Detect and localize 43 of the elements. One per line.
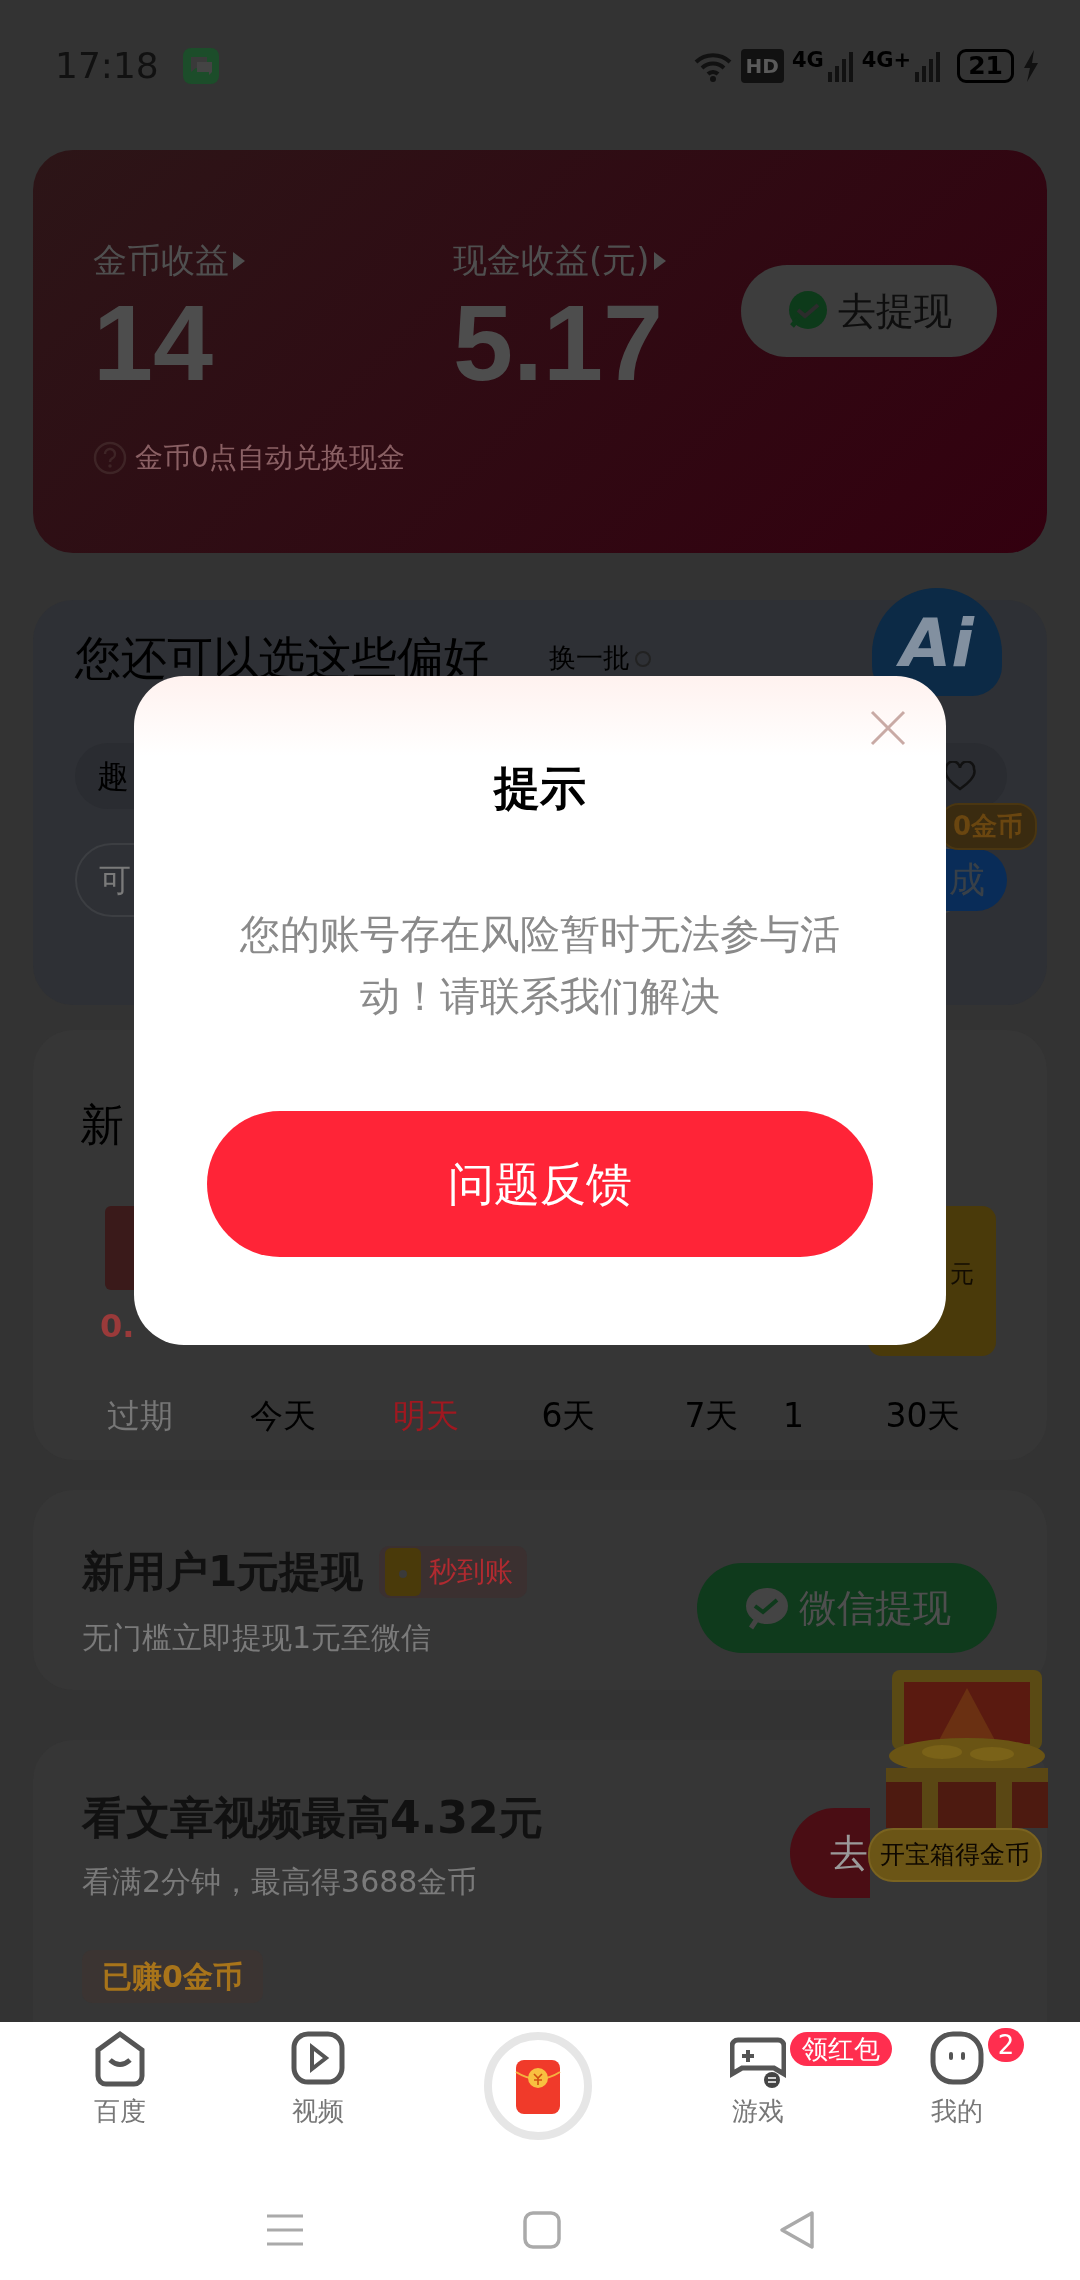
back-icon[interactable] xyxy=(779,2210,815,2250)
face-icon xyxy=(929,2030,985,2088)
day-label: 明天 xyxy=(391,1395,460,1437)
earnings-value: 14 xyxy=(93,286,215,400)
chest-label[interactable]: 开宝箱得金币 xyxy=(868,1828,1042,1882)
heart-icon xyxy=(943,761,977,791)
close-icon[interactable] xyxy=(870,710,906,746)
ai-badge: Ai xyxy=(872,588,1002,696)
task-subtitle: 无门槛立即提现1元至微信 xyxy=(82,1619,433,1657)
play-arrow-icon xyxy=(233,251,245,270)
notification-badge: 领红包 xyxy=(790,2032,892,2066)
dialog-title: 提示 xyxy=(492,760,587,817)
chat-app-icon xyxy=(182,48,219,84)
nav-tab[interactable]: 百度 xyxy=(91,2030,149,2131)
signal-icon xyxy=(827,50,854,82)
signal-icon xyxy=(915,50,942,82)
menu-icon[interactable] xyxy=(265,2213,305,2247)
dialog-message: 您的账号存在风险暂时无法参与活动！请联系我们解决 xyxy=(239,910,841,1021)
wechat-withdraw-button[interactable]: 微信提现 xyxy=(697,1563,997,1653)
play-arrow-icon xyxy=(653,251,666,270)
charging-bolt-icon xyxy=(1022,50,1040,82)
home-button-icon[interactable] xyxy=(523,2211,561,2249)
play-icon xyxy=(290,2030,346,2088)
nav-tab[interactable]: 我的 xyxy=(928,2030,986,2131)
wifi-icon xyxy=(692,50,733,82)
task-subtitle: 看满2分钟，最高得3688金币 xyxy=(82,1863,479,1901)
coin-icon xyxy=(385,1547,422,1596)
earnings-label[interactable]: 金币收益 xyxy=(93,235,229,286)
earnings-label[interactable]: 现金收益(元) xyxy=(453,235,650,286)
notification-badge: 2 xyxy=(988,2028,1024,2062)
reward-amount: 0. xyxy=(100,1306,136,1347)
envelope-button[interactable] xyxy=(482,2030,594,2142)
go-button[interactable]: 去 xyxy=(790,1808,870,1898)
instant-badge: 秒到账 xyxy=(379,1545,528,1598)
feedback-button[interactable]: 问题反馈 xyxy=(207,1111,873,1257)
earnings-value: 5.17 xyxy=(453,286,665,400)
nav-tab[interactable]: 视频 xyxy=(289,2030,347,2131)
earned-badge: 已赚0金币 xyxy=(82,1950,263,2003)
day-label: 过期 xyxy=(105,1395,174,1437)
nav-tab[interactable]: 游戏 xyxy=(729,2030,787,2131)
hd-indicator: HD xyxy=(740,49,784,83)
chat-bubble-icon xyxy=(743,1586,791,1630)
auto-exchange-hint: 金币0点自动兑换现金 xyxy=(135,440,405,477)
